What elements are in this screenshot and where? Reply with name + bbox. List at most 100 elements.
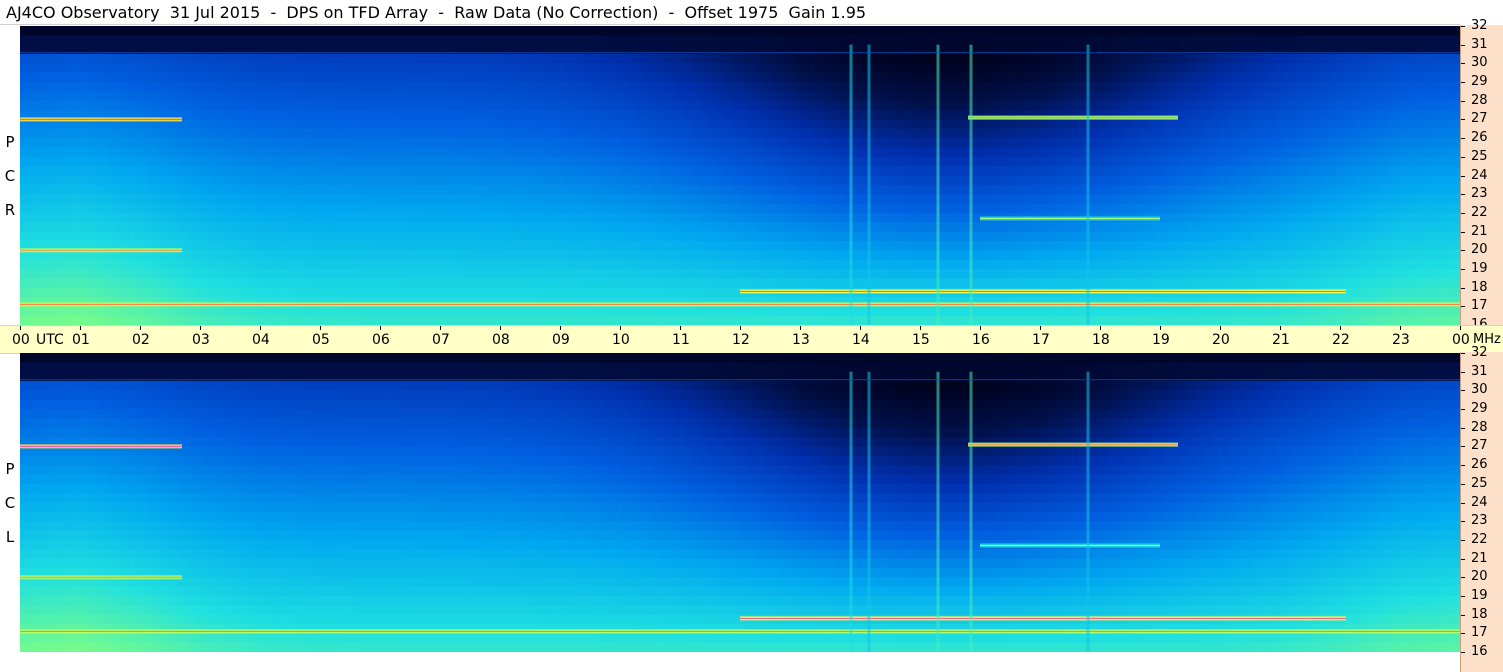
intensity-row	[20, 446, 1460, 457]
intensity-row	[20, 315, 1460, 325]
intensity-row	[20, 194, 1460, 205]
freq-tick-label: 21	[1471, 223, 1488, 239]
freq-tick-label: 29	[1471, 401, 1488, 417]
intensity-row	[20, 268, 1460, 279]
time-tick	[560, 326, 561, 330]
freq-tick	[1461, 353, 1465, 354]
freq-tick-label: 18	[1471, 606, 1488, 622]
freq-tick-label: 30	[1471, 382, 1488, 398]
emission-band-core	[740, 290, 1346, 292]
frequency-axis-lcp: 16 17 18 19 20 21 22 23 24 25 26 27 28 29 30 31 32	[1460, 345, 1503, 672]
freq-tick-label: 28	[1471, 92, 1488, 108]
time-tick-label: 03	[192, 332, 210, 348]
freq-tick	[1461, 633, 1465, 635]
intensity-row	[20, 521, 1460, 532]
intensity-row	[20, 54, 1460, 64]
intensity-row	[20, 278, 1460, 289]
intensity-row	[20, 72, 1460, 83]
freq-tick-label: 23	[1471, 186, 1488, 202]
intensity-row	[20, 605, 1460, 616]
time-tick	[920, 326, 921, 330]
intensity-row	[20, 119, 1460, 130]
freq-tick	[1461, 652, 1465, 653]
time-tick-label: 13	[792, 332, 810, 348]
freq-tick	[1461, 138, 1465, 140]
freq-tick-label: 17	[1471, 625, 1488, 641]
intensity-row	[20, 437, 1460, 448]
intensity-row	[20, 138, 1460, 149]
interference-vline	[849, 44, 853, 325]
freq-tick-label: 23	[1471, 513, 1488, 529]
time-tick-label: 11	[672, 332, 690, 348]
intensity-row	[20, 399, 1460, 410]
spectrogram-svg	[20, 353, 1460, 652]
time-tick-label: 15	[912, 332, 930, 348]
intensity-row	[20, 156, 1460, 167]
time-tick-label: 17	[1032, 332, 1050, 348]
intensity-row	[20, 409, 1460, 419]
time-tick-label: 09	[552, 332, 570, 348]
intensity-row	[20, 203, 1460, 214]
freq-tick	[1461, 558, 1465, 560]
interference-vline	[936, 371, 940, 652]
intensity-row	[20, 166, 1460, 177]
freq-tick-label: 25	[1471, 148, 1488, 164]
intensity-row	[20, 427, 1460, 438]
freq-tick-label: 32	[1471, 18, 1488, 33]
reference-line	[20, 379, 1460, 381]
reference-line	[20, 52, 1460, 54]
intensity-row	[20, 240, 1460, 251]
freq-tick-label: 31	[1471, 36, 1488, 52]
intensity-row	[20, 465, 1460, 476]
freq-tick-label: 16	[1471, 644, 1488, 659]
freq-tick-label: 25	[1471, 475, 1488, 491]
time-tick	[1400, 326, 1401, 330]
freq-tick-label: 21	[1471, 550, 1488, 566]
time-tick-label: 18	[1092, 332, 1110, 348]
time-tick-label: 23	[1392, 332, 1410, 348]
intensity-row	[20, 511, 1460, 522]
intensity-row	[20, 63, 1460, 74]
freq-tick	[1461, 194, 1465, 196]
time-tick-label: 00	[1452, 332, 1470, 348]
intensity-row	[20, 250, 1460, 261]
intensity-row	[20, 418, 1460, 429]
time-tick-label: 20	[1212, 332, 1230, 348]
rcp-letter-c: C	[4, 167, 16, 185]
rcp-letter-p: P	[5, 133, 15, 151]
freq-tick-label: 26	[1471, 457, 1488, 473]
emission-band-core	[980, 545, 1160, 546]
freq-tick-label: 27	[1471, 438, 1488, 454]
freq-tick	[1461, 44, 1465, 46]
freq-tick-label: 20	[1471, 242, 1488, 258]
time-tick	[1220, 326, 1221, 330]
freq-tick	[1461, 614, 1465, 616]
time-tick-label: 01	[72, 332, 90, 348]
time-tick	[20, 326, 21, 330]
emission-band-core	[980, 218, 1160, 219]
freq-tick-label: 20	[1471, 569, 1488, 585]
freq-tick-label: 17	[1471, 298, 1488, 314]
freq-tick	[1461, 212, 1465, 214]
time-tick-label: 02	[132, 332, 150, 348]
intensity-row	[20, 633, 1460, 644]
lcp-letter-l: L	[5, 528, 15, 546]
frequency-axis-rcp: 1617181920212223242526272829303132	[1460, 18, 1503, 332]
freq-tick	[1461, 26, 1465, 27]
time-tick-label: 06	[372, 332, 390, 348]
utc-label: UTC	[36, 332, 64, 348]
time-tick-label: 10	[612, 332, 630, 348]
interference-vline	[969, 371, 973, 652]
freq-tick	[1461, 465, 1465, 467]
freq-tick	[1461, 390, 1465, 392]
interference-vline	[867, 371, 871, 652]
interference-vline	[1086, 371, 1090, 652]
time-tick	[1340, 326, 1341, 330]
freq-tick-label: 30	[1471, 55, 1488, 71]
freq-tick	[1461, 175, 1465, 177]
intensity-row	[20, 110, 1460, 121]
time-tick-label: 05	[312, 332, 330, 348]
intensity-row	[20, 586, 1460, 597]
freq-tick-label: 27	[1471, 111, 1488, 127]
intensity-row	[20, 493, 1460, 504]
